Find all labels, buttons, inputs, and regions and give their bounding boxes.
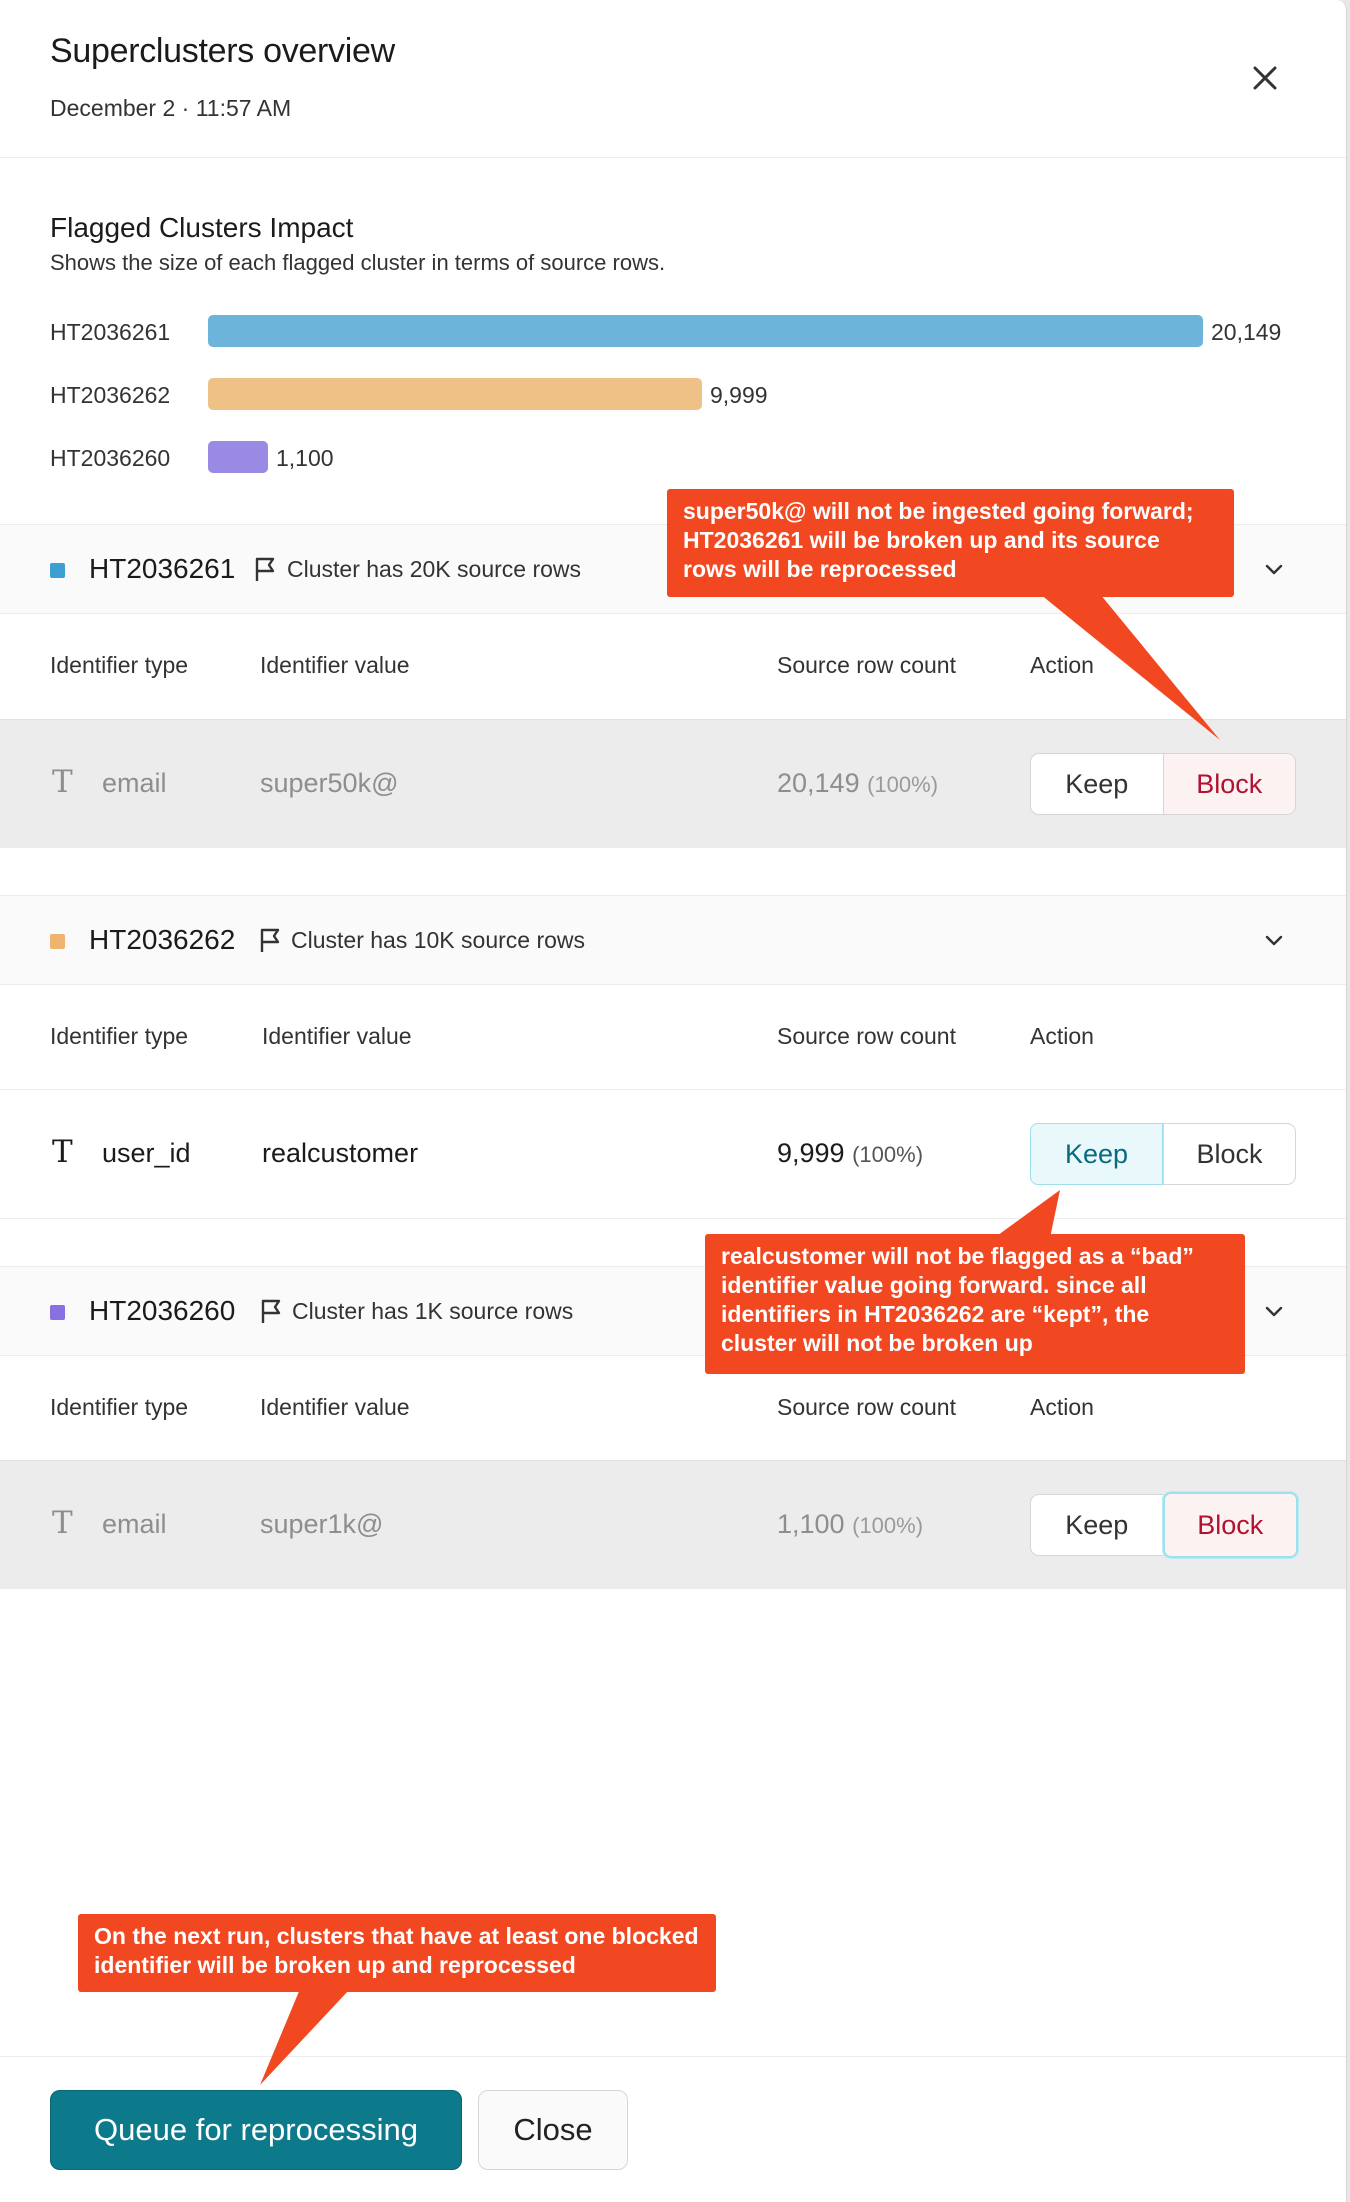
identifier-value: super1k@ (260, 1509, 384, 1539)
keep-button[interactable]: Keep (1031, 1495, 1163, 1555)
identifier-value: super50k@ (260, 768, 399, 798)
superclusters-modal: Superclusters overview December 2 · 11:5… (0, 0, 1347, 2202)
count-percent: (100%) (852, 1142, 924, 1167)
table-row: T user_id realcustomer 9,999 (100%) Keep… (0, 1089, 1346, 1219)
keep-button[interactable]: Keep (1031, 754, 1163, 814)
impact-title: Flagged Clusters Impact (50, 212, 354, 243)
cluster-color-dot (50, 934, 65, 949)
cluster-id: HT2036260 (89, 1295, 236, 1326)
source-row-count: 1,100 (100%) (777, 1509, 923, 1540)
bar-label: HT2036262 (50, 382, 171, 408)
count-value: 20,149 (777, 768, 860, 798)
flag-icon (260, 928, 280, 952)
annotation-pointer (1040, 594, 1220, 740)
keep-block-toggle: Keep Block (1030, 1123, 1296, 1185)
annotation-callout: On the next run, clusters that have at l… (78, 1914, 716, 1992)
block-button[interactable]: Block (1162, 754, 1295, 814)
modal-footer: Queue for reprocessing Close (0, 2056, 1346, 2202)
cluster-id: HT2036262 (89, 924, 236, 955)
column-header-value: Identifier value (260, 1394, 410, 1420)
column-header-action: Action (1030, 1394, 1094, 1420)
column-header-count: Source row count (777, 652, 956, 678)
close-icon[interactable] (1245, 58, 1285, 98)
impact-bar (208, 378, 702, 410)
impact-bar (208, 315, 1203, 347)
cluster-color-dot (50, 1305, 65, 1320)
bar-value: 1,100 (276, 445, 334, 471)
table-row: T email super1k@ 1,100 (100%) Keep Block (0, 1460, 1346, 1589)
identifier-type: email (102, 1509, 167, 1539)
cluster-header[interactable]: HT2036262 Cluster has 10K source rows (0, 895, 1346, 985)
flag-icon (255, 557, 275, 581)
count-value: 9,999 (777, 1138, 845, 1168)
cluster-id: HT2036261 (89, 553, 236, 584)
annotation-pointer (260, 1989, 350, 2085)
close-button[interactable]: Close (478, 2090, 628, 2170)
modal-header: Superclusters overview December 2 · 11:5… (0, 0, 1346, 158)
text-type-icon: T (52, 1505, 73, 1541)
identifier-value: realcustomer (262, 1138, 419, 1168)
text-type-icon: T (52, 1134, 73, 1170)
cluster-color-dot (50, 563, 65, 578)
impact-subtitle: Shows the size of each flagged cluster i… (50, 250, 666, 275)
annotation-callout: realcustomer will not be flagged as a “b… (705, 1234, 1245, 1374)
annotation-callout: super50k@ will not be ingested going for… (667, 489, 1234, 597)
column-header-value: Identifier value (260, 652, 410, 678)
bar-value: 9,999 (710, 382, 768, 408)
source-row-count: 9,999 (100%) (777, 1138, 923, 1169)
block-button[interactable]: Block (1163, 1124, 1295, 1184)
chevron-down-icon[interactable] (1262, 930, 1286, 950)
flag-icon (261, 1299, 281, 1323)
count-percent: (100%) (867, 772, 939, 797)
identifier-type: email (102, 768, 167, 798)
column-header-value: Identifier value (262, 1023, 412, 1049)
column-header-count: Source row count (777, 1023, 956, 1049)
bar-value: 20,149 (1211, 319, 1282, 345)
chevron-down-icon[interactable] (1262, 1301, 1286, 1321)
cluster-description: Cluster has 1K source rows (292, 1298, 574, 1324)
column-header-count: Source row count (777, 1394, 956, 1420)
block-button[interactable]: Block (1162, 1492, 1298, 1558)
modal-timestamp: December 2 · 11:57 AM (50, 95, 292, 121)
count-value: 1,100 (777, 1509, 845, 1539)
identifier-type: user_id (102, 1138, 191, 1168)
cluster-description: Cluster has 20K source rows (287, 556, 582, 582)
bar-label: HT2036261 (50, 319, 171, 345)
column-header-action: Action (1030, 1023, 1094, 1049)
cluster-description: Cluster has 10K source rows (291, 927, 586, 953)
annotation-pointer (994, 1190, 1060, 1238)
queue-for-reprocessing-button[interactable]: Queue for reprocessing (50, 2090, 462, 2170)
chevron-down-icon[interactable] (1262, 559, 1286, 579)
source-row-count: 20,149 (100%) (777, 768, 938, 799)
modal-title: Superclusters overview (50, 32, 395, 70)
text-type-icon: T (52, 764, 73, 800)
bar-label: HT2036260 (50, 445, 171, 471)
column-header-type: Identifier type (50, 1394, 189, 1420)
column-header-type: Identifier type (50, 1023, 189, 1049)
keep-block-toggle: Keep Block (1030, 753, 1296, 815)
keep-block-toggle: Keep Block (1030, 1492, 1298, 1558)
impact-bar (208, 441, 268, 473)
keep-button[interactable]: Keep (1030, 1123, 1163, 1185)
count-percent: (100%) (852, 1513, 924, 1538)
column-header-type: Identifier type (50, 652, 189, 678)
